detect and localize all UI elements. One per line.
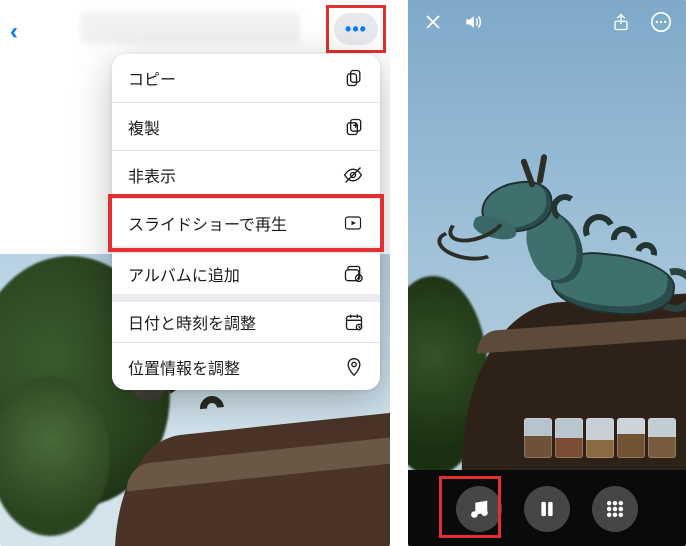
- menu-item-adjust-datetime[interactable]: 日付と時刻を調整: [112, 294, 380, 342]
- thumbnail[interactable]: [524, 418, 552, 458]
- copy-icon: [340, 68, 364, 88]
- slideshow-player-screen: [408, 0, 686, 546]
- photo-background-roof: [90, 366, 390, 546]
- menu-item-adjust-location[interactable]: 位置情報を調整: [112, 342, 380, 390]
- more-button[interactable]: •••: [334, 13, 378, 45]
- duplicate-icon: [340, 117, 364, 137]
- more-icon: •••: [345, 19, 367, 40]
- slideshow-photo-dragon: [433, 160, 686, 360]
- thumbnail[interactable]: [648, 418, 676, 458]
- menu-item-label: 非表示: [128, 163, 176, 187]
- calendar-icon: [340, 312, 364, 332]
- menu-item-label: スライドショーで再生: [128, 211, 287, 235]
- annotation-highlight-music: [439, 476, 501, 538]
- slideshow-top-bar: [408, 0, 686, 44]
- location-icon: [340, 357, 364, 377]
- thumbnail[interactable]: [617, 418, 645, 458]
- close-icon[interactable]: [422, 11, 444, 33]
- menu-item-duplicate[interactable]: 複製: [112, 102, 380, 150]
- grid-button[interactable]: [592, 486, 638, 532]
- menu-item-add-to-album[interactable]: アルバムに追加: [112, 246, 380, 294]
- photo-title-obscured: [80, 12, 300, 44]
- menu-item-copy[interactable]: コピー: [112, 54, 380, 102]
- hide-icon: [340, 165, 364, 185]
- menu-item-label: 位置情報を調整: [128, 355, 240, 379]
- menu-item-label: コピー: [128, 66, 176, 90]
- context-menu: コピー 複製 非表示: [112, 54, 380, 390]
- menu-item-label: 複製: [128, 115, 160, 139]
- pause-button[interactable]: [524, 486, 570, 532]
- photos-detail-screen: ‹ ••• コピー 複製 非表示: [0, 0, 390, 546]
- menu-item-label: 日付と時刻を調整: [128, 310, 256, 334]
- volume-icon[interactable]: [462, 11, 484, 33]
- play-rect-icon: [340, 214, 364, 232]
- menu-item-label: アルバムに追加: [128, 262, 240, 286]
- more-circle-icon[interactable]: [650, 11, 672, 33]
- thumbnail[interactable]: [586, 418, 614, 458]
- menu-item-hide[interactable]: 非表示: [112, 150, 380, 198]
- thumbnail[interactable]: [555, 418, 583, 458]
- add-album-icon: [340, 264, 364, 284]
- back-button[interactable]: ‹: [10, 18, 18, 46]
- menu-item-slideshow[interactable]: スライドショーで再生: [112, 198, 380, 246]
- slideshow-thumbnails[interactable]: [524, 418, 676, 458]
- share-icon[interactable]: [610, 11, 632, 33]
